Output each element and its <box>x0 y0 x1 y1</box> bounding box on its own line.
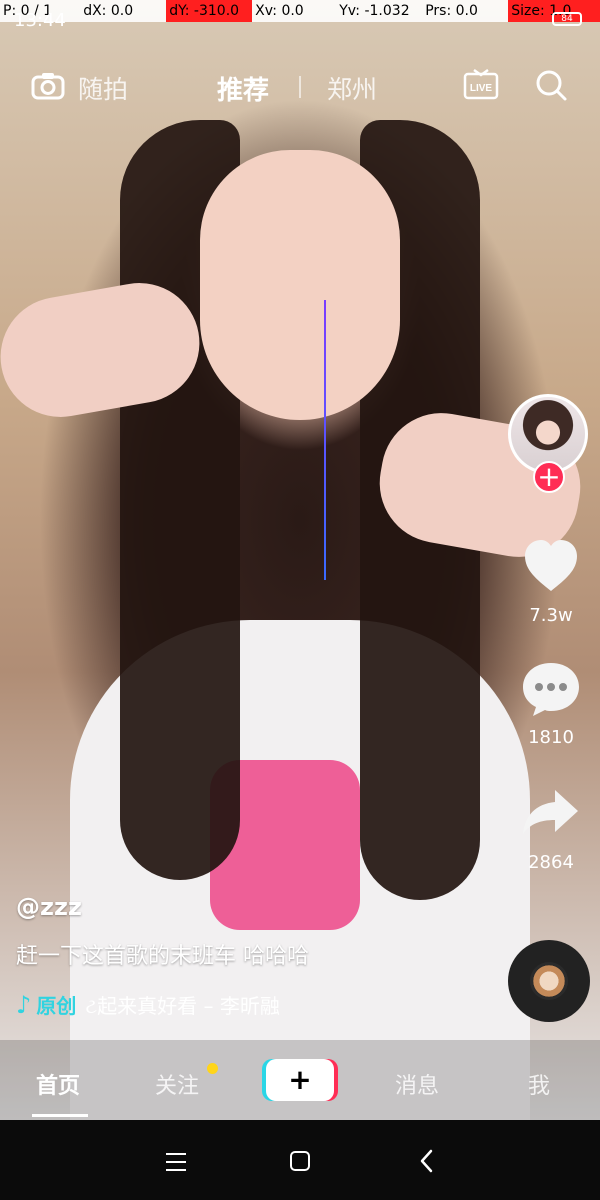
bottom-tab-bar: 首页 关注 + 消息 我 <box>0 1040 600 1120</box>
status-time: 13:44 <box>14 10 66 31</box>
like-button[interactable]: 7.3w <box>518 533 584 626</box>
camera-icon[interactable] <box>30 68 66 104</box>
tab-home[interactable]: 首页 <box>36 1068 80 1100</box>
tab-snap[interactable]: 随拍 <box>78 70 128 106</box>
debug-overlay: P: 0 / 1 dX: 0.0 dY: -310.0 Xv: 0.0 Yv: … <box>0 0 600 22</box>
comment-icon <box>523 663 579 716</box>
live-icon[interactable]: LIVE <box>462 66 500 104</box>
home-icon[interactable] <box>287 1148 313 1174</box>
battery-level: 84 <box>561 14 573 24</box>
tab-city[interactable]: 郑州 <box>327 70 377 106</box>
comment-count: 1810 <box>528 727 574 748</box>
debug-prs: Prs: 0.0 <box>425 3 478 19</box>
music-info[interactable]: ♪ 原创 ટ起来真好看 – 李昕融 <box>16 990 356 1020</box>
music-cover <box>530 962 568 1000</box>
music-disc[interactable] <box>508 940 590 1022</box>
system-navigation <box>0 1120 600 1200</box>
comment-button[interactable]: 1810 <box>518 655 584 748</box>
live-label: LIVE <box>470 83 493 94</box>
post-username[interactable]: @zzz <box>16 893 82 921</box>
tab-messages[interactable]: 消息 <box>395 1068 439 1100</box>
debug-dx: dX: 0.0 <box>83 3 134 19</box>
like-count: 7.3w <box>529 605 573 626</box>
music-title: ટ起来真好看 – 李昕融 <box>85 994 280 1018</box>
debug-xv: Xv: 0.0 <box>255 3 304 19</box>
share-icon <box>523 790 578 834</box>
debug-yv: Yv: -1.032 <box>339 3 410 19</box>
music-note-icon: ♪ <box>16 990 32 1019</box>
nav-divider <box>299 76 301 98</box>
debug-scanline <box>324 300 326 580</box>
share-count: 2864 <box>528 852 574 873</box>
post-description: 赶一下这首歌的末班车 哈哈哈 <box>16 944 309 969</box>
create-button[interactable]: + <box>266 1059 334 1101</box>
top-navigation: 随拍 推荐 郑州 LIVE <box>0 62 600 112</box>
tab-me[interactable]: 我 <box>528 1068 550 1100</box>
back-icon[interactable] <box>414 1148 440 1174</box>
menu-icon[interactable] <box>163 1149 189 1175</box>
debug-dy: dY: -310.0 <box>166 0 253 22</box>
active-tab-indicator <box>32 1114 88 1117</box>
follow-plus-icon[interactable]: + <box>533 461 565 493</box>
video-face <box>200 150 400 420</box>
notification-dot <box>207 1063 218 1074</box>
tab-follow[interactable]: 关注 <box>155 1068 199 1100</box>
status-icons: 84 <box>512 8 582 26</box>
music-tag: 原创 <box>36 994 77 1018</box>
tab-recommend[interactable]: 推荐 <box>217 70 269 107</box>
heart-icon <box>525 540 577 591</box>
search-icon[interactable] <box>532 66 570 104</box>
app-screen: P: 0 / 1 dX: 0.0 dY: -310.0 Xv: 0.0 Yv: … <box>0 0 600 1200</box>
share-button[interactable]: 2864 <box>518 780 584 873</box>
battery-icon: 84 <box>552 12 582 26</box>
